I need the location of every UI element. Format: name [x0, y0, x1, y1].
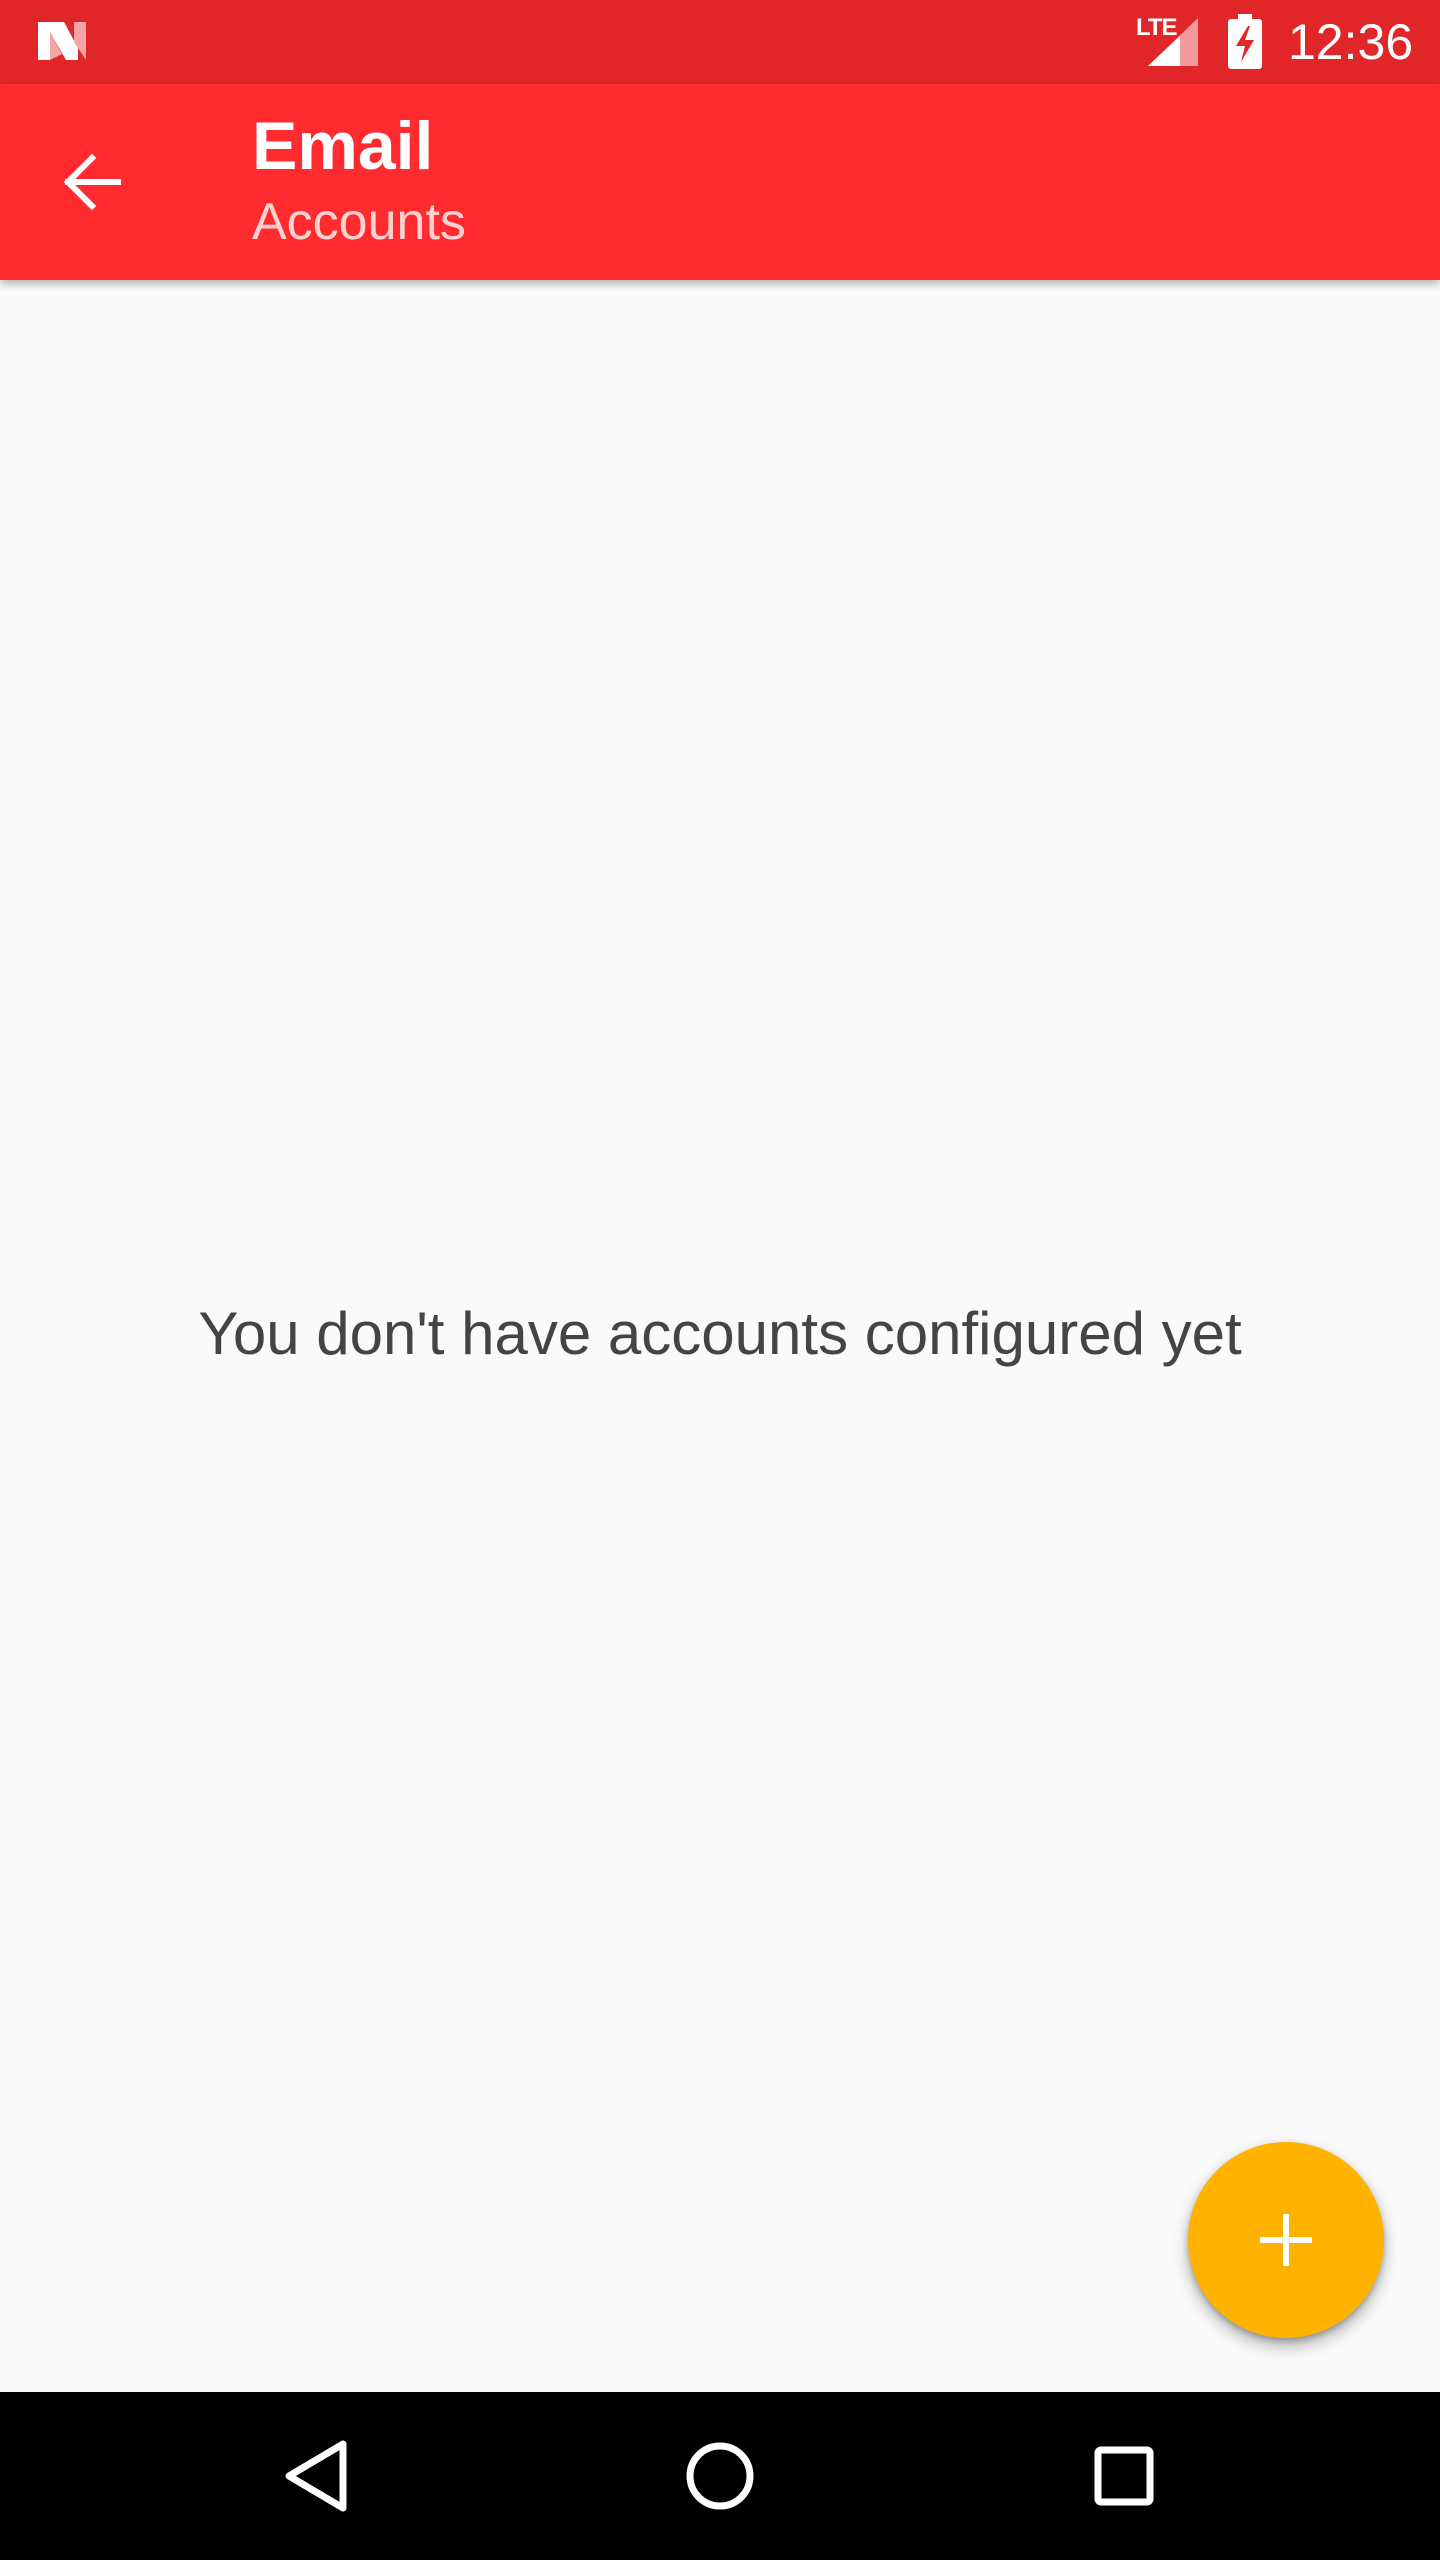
empty-state-message: You don't have accounts configured yet: [198, 1300, 1242, 1367]
arrow-back-icon: [63, 153, 121, 211]
n-logo-icon: [38, 22, 86, 60]
nav-recents-button[interactable]: [1074, 2426, 1174, 2526]
accounts-content: You don't have accounts configured yet: [0, 280, 1440, 2392]
screen: LTE 12:36 Email Accounts You don't have …: [0, 0, 1440, 2560]
system-navigation-bar: [0, 2392, 1440, 2560]
page-title: Email: [252, 108, 434, 184]
nav-home-button[interactable]: [670, 2426, 770, 2526]
nav-home-icon: [686, 2442, 754, 2510]
status-bar: LTE 12:36: [0, 0, 1440, 84]
nav-recents-icon: [1094, 2446, 1154, 2506]
nav-back-icon: [285, 2440, 347, 2512]
back-button[interactable]: [44, 134, 140, 230]
nav-back-button[interactable]: [266, 2426, 366, 2526]
status-time: 12:36: [1288, 14, 1414, 70]
battery-charging-icon: [1228, 14, 1262, 69]
page-subtitle: Accounts: [252, 193, 466, 251]
add-account-button[interactable]: [1188, 2142, 1384, 2338]
network-type-label: LTE: [1136, 14, 1178, 41]
app-toolbar: Email Accounts: [0, 84, 1440, 280]
plus-icon: [1260, 2214, 1312, 2266]
